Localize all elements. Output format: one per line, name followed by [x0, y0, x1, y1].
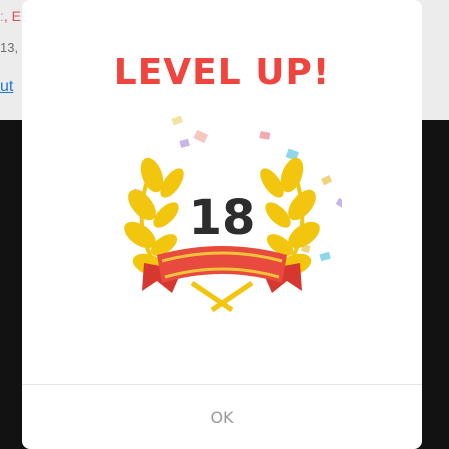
background-text-line-1: ː, E	[0, 8, 22, 24]
level-up-dialog: LEVEL UP! 18 OK	[22, 0, 422, 449]
ok-button[interactable]: OK	[22, 385, 422, 449]
background-link[interactable]: ut	[0, 78, 13, 96]
laurel-stems	[190, 280, 254, 313]
level-number: 18	[188, 190, 256, 246]
dialog-title: LEVEL UP!	[113, 52, 331, 93]
ribbon-icon	[142, 246, 302, 293]
background-text-line-2: 13,	[0, 40, 19, 55]
